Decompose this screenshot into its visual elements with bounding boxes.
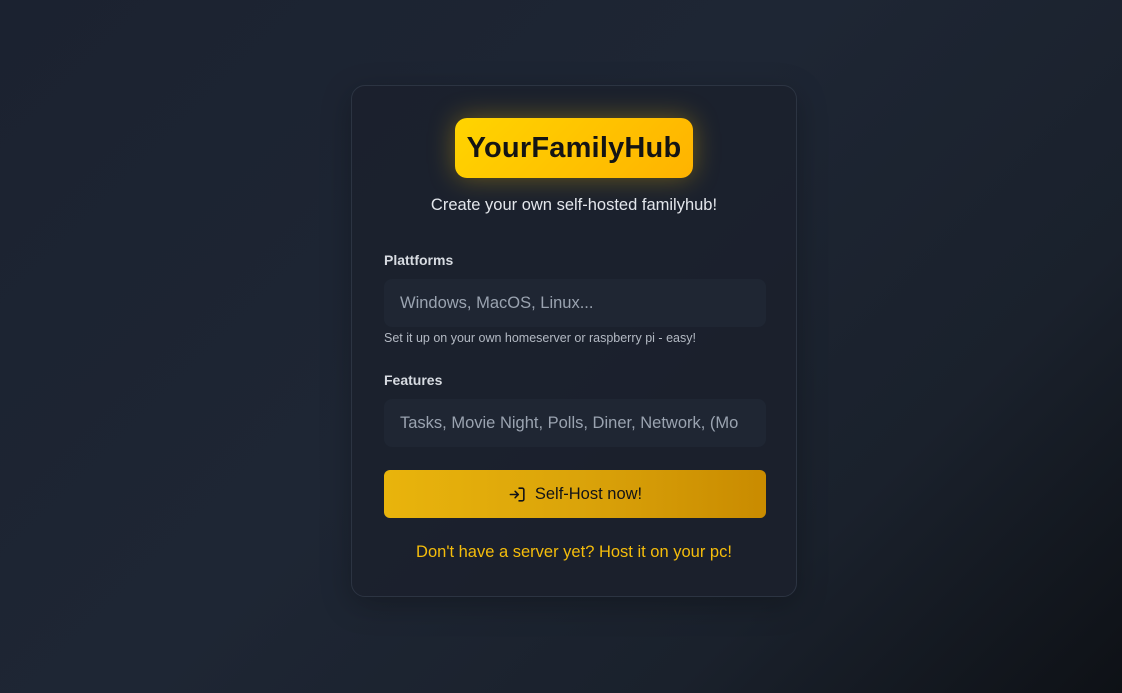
login-icon (508, 485, 527, 504)
tagline: Create your own self-hosted familyhub! (430, 196, 718, 214)
platforms-hint: Set it up on your own homeserver or rasp… (384, 331, 696, 345)
brand-logo: YourFamilyHub (454, 118, 694, 178)
features-field[interactable]: Tasks, Movie Night, Polls, Diner, Networ… (384, 399, 766, 447)
self-host-button[interactable]: Self-Host now! (384, 470, 766, 518)
logo-container: YourFamilyHub (352, 118, 796, 178)
features-label: Features (384, 372, 443, 388)
host-on-pc-link[interactable]: Don't have a server yet? Host it on your… (352, 543, 796, 562)
signup-card: YourFamilyHub Create your own self-hoste… (351, 85, 797, 597)
platforms-label: Plattforms (384, 252, 454, 268)
self-host-button-label: Self-Host now! (534, 484, 643, 503)
platforms-field[interactable]: Windows, MacOS, Linux... (384, 279, 766, 327)
